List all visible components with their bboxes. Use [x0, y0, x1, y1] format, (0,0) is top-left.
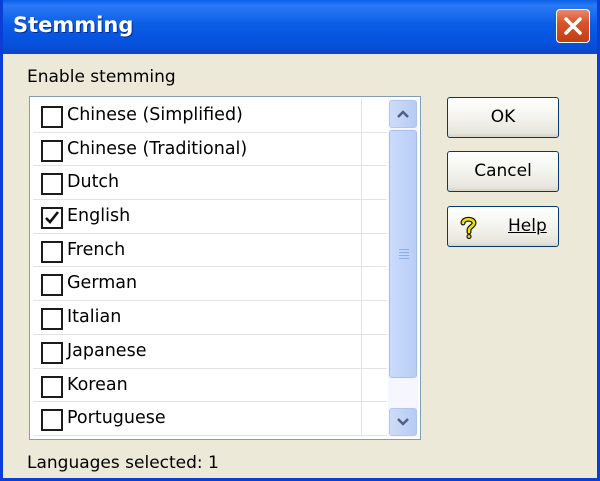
window-title: Stemming	[13, 13, 134, 37]
language-label: Japanese	[67, 340, 147, 361]
language-label: English	[67, 206, 131, 227]
language-row[interactable]: Korean	[33, 369, 387, 403]
scroll-thumb[interactable]	[389, 130, 417, 378]
language-list[interactable]: Chinese (Simplified) Chinese (Traditional…	[29, 96, 421, 440]
ok-button[interactable]: OK	[447, 97, 559, 138]
language-label: Chinese (Simplified)	[67, 105, 243, 125]
language-row[interactable]: Japanese	[33, 335, 387, 369]
grip-line	[399, 258, 409, 259]
language-label: Portuguese	[67, 408, 166, 429]
column-separator	[361, 99, 362, 437]
scroll-down-button[interactable]	[389, 408, 417, 436]
language-checkbox[interactable]	[41, 375, 63, 398]
help-button[interactable]: Help	[447, 206, 559, 247]
grip-line	[399, 255, 409, 256]
help-label: Help	[508, 207, 547, 246]
close-icon	[564, 17, 582, 35]
scroll-up-button[interactable]	[389, 100, 417, 128]
language-row[interactable]: German	[33, 267, 387, 302]
enable-stemming-label: Enable stemming	[27, 67, 176, 87]
language-label: Italian	[67, 307, 122, 328]
language-row[interactable]: English	[33, 200, 387, 234]
language-checkbox[interactable]	[41, 274, 63, 297]
stemming-dialog: Stemming Enable stemming Chinese (Simpli…	[0, 0, 600, 481]
language-row[interactable]: Chinese (Simplified)	[33, 99, 387, 133]
language-checkbox[interactable]	[41, 341, 63, 364]
chevron-down-icon	[397, 418, 409, 426]
close-button[interactable]	[556, 9, 590, 43]
checkmark-icon	[45, 211, 60, 225]
language-rows: Chinese (Simplified) Chinese (Traditional…	[33, 99, 387, 436]
vertical-scrollbar[interactable]	[388, 99, 418, 437]
language-checkbox[interactable]	[41, 106, 63, 128]
language-checkbox[interactable]	[41, 173, 63, 196]
language-checkbox[interactable]	[41, 240, 63, 263]
language-checkbox[interactable]	[41, 207, 63, 230]
language-label: Korean	[67, 374, 128, 395]
language-checkbox[interactable]	[41, 308, 63, 331]
language-label: French	[67, 239, 126, 260]
language-checkbox[interactable]	[41, 409, 63, 432]
cancel-button[interactable]: Cancel	[447, 151, 559, 192]
title-bar[interactable]: Stemming	[3, 0, 597, 54]
languages-selected-status: Languages selected: 1	[27, 453, 219, 473]
language-row[interactable]: Portuguese	[33, 402, 387, 436]
language-checkbox[interactable]	[41, 139, 63, 162]
language-label: Dutch	[67, 172, 120, 193]
grip-line	[399, 249, 409, 250]
grip-line	[399, 252, 409, 253]
chevron-up-icon	[397, 110, 409, 118]
language-row[interactable]: Dutch	[33, 166, 387, 201]
language-row[interactable]: Italian	[33, 301, 387, 335]
help-label-text: Help	[508, 216, 547, 236]
language-row[interactable]: Chinese (Traditional)	[33, 133, 387, 167]
language-row[interactable]: French	[33, 234, 387, 268]
language-label: German	[67, 273, 138, 294]
question-mark-icon	[460, 216, 477, 240]
language-label: Chinese (Traditional)	[67, 138, 248, 159]
